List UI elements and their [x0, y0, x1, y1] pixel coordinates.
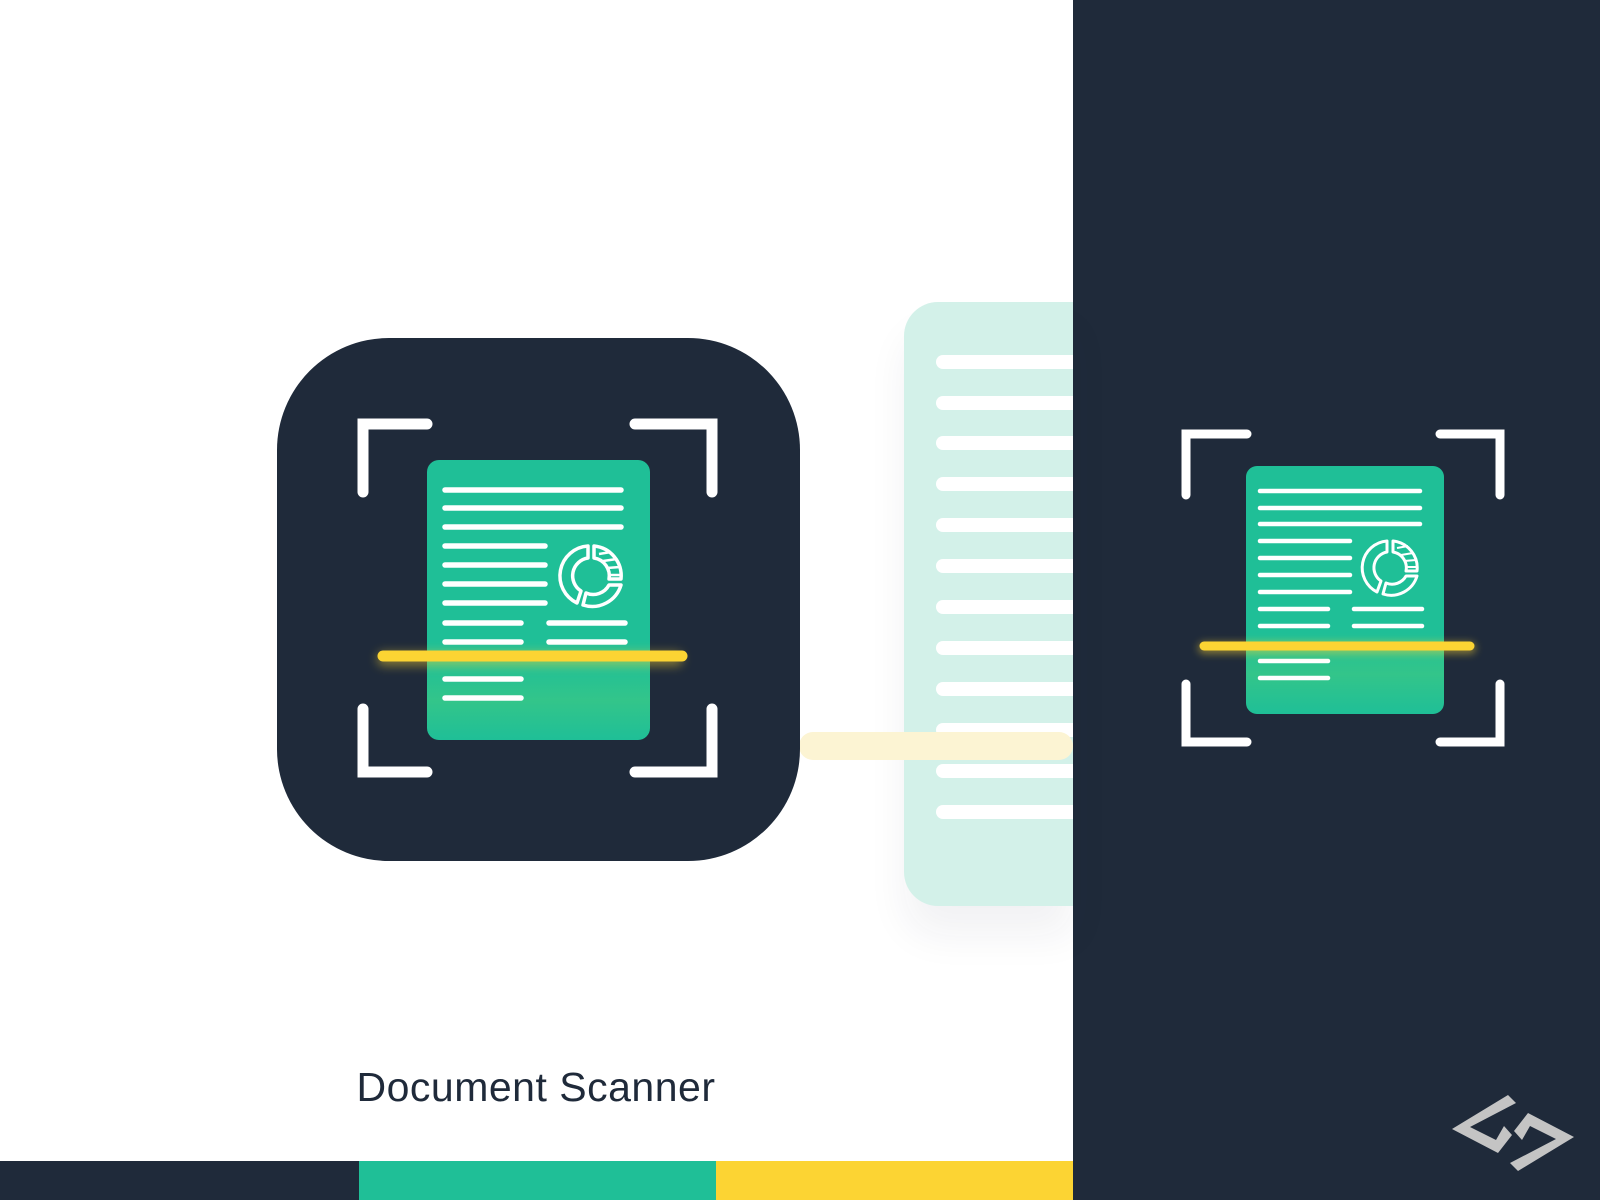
color-bar-green	[359, 1161, 716, 1200]
color-bar-yellow	[716, 1161, 1073, 1200]
color-bar-navy	[0, 1161, 359, 1200]
document-scanner-icon	[1181, 429, 1505, 747]
frame-corner-top-right	[1435, 429, 1505, 500]
frame-corner-top-left	[1181, 429, 1252, 500]
page-title: Document Scanner	[356, 1064, 716, 1110]
frame-corner-bottom-left	[1181, 679, 1252, 747]
document-scanner-app-icon	[277, 338, 800, 861]
brand-logo-icon	[1452, 1095, 1574, 1171]
frame-corner-bottom-right	[1435, 679, 1505, 747]
background-scan-glow	[799, 732, 1073, 760]
background-document	[904, 302, 1073, 906]
